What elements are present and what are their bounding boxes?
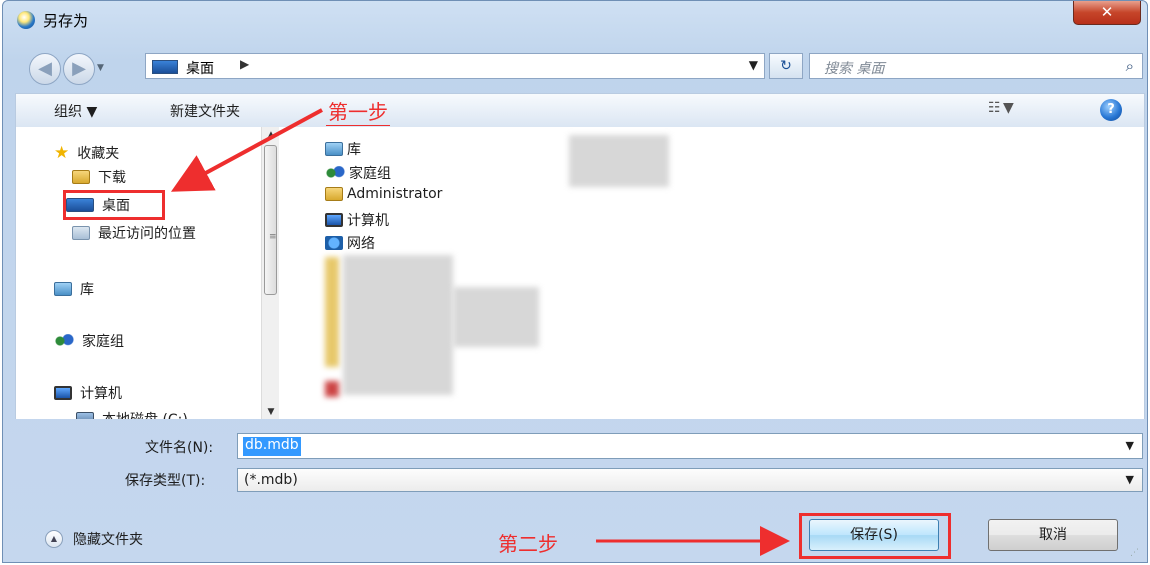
navigation-pane: ★ 收藏夹 下载 桌面 最近访问的位置 库 家庭组 计算机 本地磁	[15, 127, 279, 419]
filetype-label: 保存类型(T):	[125, 473, 206, 489]
blurred-item	[569, 135, 669, 187]
sidebar-item-homegroup[interactable]: 家庭组	[54, 331, 124, 351]
command-bar: 组织 ▼ 新建文件夹 ☷ ▼ ?	[15, 93, 1145, 127]
save-as-dialog: 另存为 ✕ ◀ ▶ ▼ 桌面 ▶ ▼ ↻ 搜索 桌面 ⌕ 组织 ▼ 新建文件夹 …	[2, 0, 1148, 563]
sidebar-item-downloads[interactable]: 下载	[72, 167, 126, 187]
address-dropdown-icon[interactable]: ▼	[749, 58, 758, 72]
close-button[interactable]: ✕	[1073, 1, 1141, 25]
drive-icon	[76, 412, 94, 419]
search-icon[interactable]: ⌕	[1126, 57, 1134, 75]
sidebar-item-label: 收藏夹	[77, 146, 120, 162]
scrollbar-thumb[interactable]: ≡	[264, 145, 277, 295]
forward-button[interactable]: ▶	[63, 53, 95, 85]
sidebar-item-label: 家庭组	[82, 334, 124, 350]
save-form: 文件名(N): db.mdb ▼ 保存类型(T): (*.mdb) ▼	[15, 421, 1145, 501]
file-item-label: Administrator	[347, 186, 443, 202]
sidebar-item-libraries[interactable]: 库	[54, 279, 94, 299]
library-icon	[325, 142, 343, 156]
filename-field[interactable]: db.mdb ▼	[237, 433, 1143, 459]
address-bar[interactable]: 桌面 ▶ ▼	[145, 53, 765, 79]
list-item[interactable]: 网络	[325, 233, 375, 253]
view-options-button[interactable]: ☷ ▼	[988, 100, 1014, 116]
user-folder-icon	[325, 187, 343, 201]
title-bar: 另存为 ✕	[3, 1, 1147, 39]
hide-folders-button[interactable]: ▲ 隐藏文件夹	[45, 529, 143, 549]
list-item[interactable]: 计算机	[325, 210, 389, 230]
recent-places-icon	[72, 226, 90, 240]
sidebar-item-favorites[interactable]: ★ 收藏夹	[54, 143, 119, 163]
refresh-button[interactable]: ↻	[769, 53, 803, 79]
list-item[interactable]: 家庭组	[325, 163, 391, 183]
blurred-folder-icons	[325, 257, 339, 367]
list-item[interactable]: Administrator	[325, 186, 442, 202]
resize-grip-icon[interactable]: ⋰	[1130, 548, 1139, 558]
new-folder-button[interactable]: 新建文件夹	[170, 101, 240, 121]
file-item-label: 家庭组	[349, 166, 391, 182]
app-icon	[17, 11, 35, 29]
sidebar-item-label: 最近访问的位置	[98, 226, 196, 242]
star-icon: ★	[54, 143, 70, 163]
file-list: 库 家庭组 Administrator 计算机 网络	[279, 127, 1145, 419]
nav-scrollbar[interactable]: ▲ ≡ ▼	[261, 127, 279, 419]
sidebar-item-recent[interactable]: 最近访问的位置	[72, 223, 196, 243]
step2-annotation: 第二步	[498, 532, 558, 556]
filename-label: 文件名(N):	[145, 440, 214, 456]
file-item-label: 计算机	[347, 213, 389, 229]
sidebar-item-local-disk[interactable]: 本地磁盘 (C:)	[76, 409, 188, 419]
chevron-down-icon[interactable]: ▼	[1126, 473, 1134, 486]
computer-icon	[54, 386, 72, 400]
step1-annotation: 第一步	[326, 96, 390, 126]
chevron-down-icon[interactable]: ▼	[1126, 439, 1134, 452]
sidebar-item-label: 下载	[98, 170, 126, 186]
hide-folders-label: 隐藏文件夹	[73, 532, 143, 548]
search-placeholder: 搜索 桌面	[824, 61, 885, 77]
network-icon	[325, 236, 343, 250]
grip-icon: ≡	[269, 232, 277, 242]
back-button[interactable]: ◀	[29, 53, 61, 85]
download-folder-icon	[72, 170, 90, 184]
sidebar-item-computer[interactable]: 计算机	[54, 383, 122, 403]
homegroup-icon	[54, 334, 74, 348]
filename-value[interactable]: db.mdb	[243, 437, 301, 456]
blurred-item	[343, 255, 453, 395]
filetype-value: (*.mdb)	[244, 472, 298, 488]
library-icon	[54, 282, 72, 296]
blurred-item	[453, 287, 539, 347]
scroll-up-icon[interactable]: ▲	[262, 130, 280, 140]
navigation-bar: ◀ ▶ ▼ 桌面 ▶ ▼ ↻ 搜索 桌面 ⌕	[3, 41, 1147, 91]
sidebar-item-label: 计算机	[80, 386, 122, 402]
file-item-label: 网络	[347, 236, 375, 252]
scroll-down-icon[interactable]: ▼	[262, 407, 280, 417]
search-input[interactable]: 搜索 桌面 ⌕	[809, 53, 1143, 79]
history-dropdown-icon[interactable]: ▼	[97, 63, 104, 73]
organize-menu-button[interactable]: 组织 ▼	[54, 101, 97, 121]
window-title: 另存为	[43, 12, 89, 30]
address-text[interactable]: 桌面	[186, 58, 214, 78]
help-icon[interactable]: ?	[1100, 99, 1122, 121]
list-item[interactable]: 库	[325, 139, 361, 159]
file-item-label: 库	[347, 142, 361, 158]
computer-icon	[325, 213, 343, 227]
blurred-file-icon	[325, 381, 339, 397]
cancel-button[interactable]: 取消	[988, 519, 1118, 551]
sidebar-item-label: 库	[80, 282, 94, 298]
homegroup-icon	[325, 166, 345, 180]
save-button[interactable]: 保存(S)	[809, 519, 939, 551]
sidebar-item-label: 本地磁盘 (C:)	[102, 409, 188, 419]
breadcrumb-arrow-icon[interactable]: ▶	[240, 57, 249, 71]
desktop-icon	[152, 60, 178, 74]
desktop-highlight-box	[63, 190, 165, 220]
chevron-up-icon: ▲	[45, 530, 63, 548]
filetype-select[interactable]: (*.mdb) ▼	[237, 468, 1143, 492]
